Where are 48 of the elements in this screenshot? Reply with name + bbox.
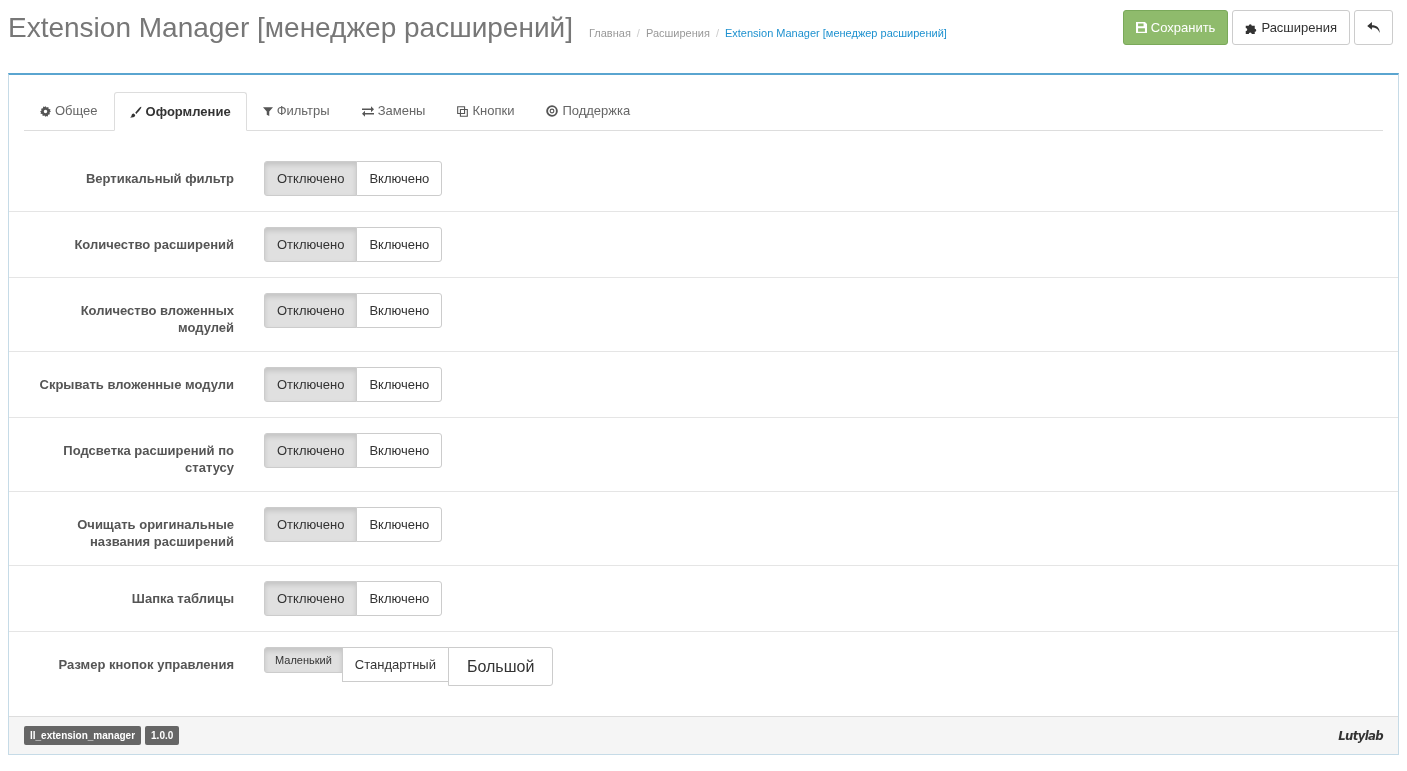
copy-icon (457, 105, 469, 117)
setting-label: Подсветка расширений по статусу (62, 442, 234, 476)
page-title: Extension Manager [менеджер расширений] (8, 11, 573, 45)
setting-label: Вертикальный фильтр (84, 170, 234, 187)
tab[interactable]: Поддержка (530, 92, 647, 130)
toggle-option[interactable]: Большой (447, 647, 554, 686)
puzzle-icon (1245, 21, 1258, 34)
brush-icon (129, 105, 142, 118)
toggle-option[interactable]: Отключено (264, 367, 358, 402)
toggle-option[interactable]: Включено (356, 433, 443, 468)
toggle-option[interactable]: Стандартный (341, 647, 449, 682)
tab[interactable]: Фильтры (246, 92, 346, 130)
toggle-option[interactable]: Отключено (264, 161, 358, 196)
swap-arrows-icon (361, 105, 374, 117)
breadcrumb-link[interactable]: Extension Manager [менеджер расширений] (724, 25, 947, 42)
toggle-option[interactable]: Включено (356, 581, 443, 616)
setting-label: Шапка таблицы (130, 590, 234, 607)
version-badge: ll_extension_manager (24, 726, 142, 745)
back-button[interactable] (1354, 10, 1393, 45)
extensions-button[interactable]: Расширения (1232, 10, 1350, 45)
setting-label: Количество расширений (73, 236, 234, 253)
toggle-option[interactable]: Отключено (264, 433, 358, 468)
toggle-option[interactable]: Включено (356, 161, 443, 196)
breadcrumb-separator: / (715, 26, 719, 41)
setting-label: Скрывать вложенные модули (38, 376, 234, 393)
gear-icon (40, 105, 51, 117)
setting-label: Размер кнопок управления (57, 656, 234, 673)
toggle-option[interactable]: Отключено (264, 507, 358, 542)
tab[interactable]: Оформление (113, 92, 247, 131)
filter-icon (262, 105, 273, 117)
tab[interactable]: Замены (345, 92, 442, 130)
toggle-option[interactable]: Отключено (264, 227, 358, 262)
toggle-option[interactable]: Включено (356, 293, 443, 328)
logo: Lutylab (1338, 726, 1383, 745)
toggle-option[interactable]: Включено (356, 227, 443, 262)
version-badge: 1.0.0 (145, 726, 180, 745)
setting-label: Количество вложенных модулей (79, 302, 234, 336)
tab[interactable]: Общее (24, 92, 114, 130)
breadcrumb-separator: / (636, 26, 640, 41)
lifebuoy-icon (546, 105, 559, 117)
toggle-option[interactable]: Отключено (264, 293, 358, 328)
tab[interactable]: Кнопки (441, 92, 531, 130)
toggle-option[interactable]: Включено (356, 507, 443, 542)
setting-label: Очищать оригинальные названия расширений (76, 516, 234, 550)
toggle-option[interactable]: Включено (356, 367, 443, 402)
toggle-option[interactable]: Маленький (264, 647, 343, 673)
reply-arrow-icon (1367, 22, 1380, 33)
toggle-option[interactable]: Отключено (264, 581, 358, 616)
